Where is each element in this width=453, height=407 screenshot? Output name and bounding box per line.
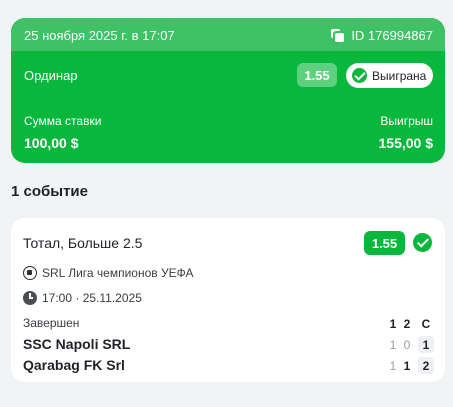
score-col-total: С [421, 317, 431, 331]
stake-label: Сумма ставки [24, 114, 102, 128]
team-away: Qarabag FK Srl [23, 357, 125, 373]
score-away-1: 1 [389, 359, 397, 373]
status-text: Выиграна [372, 68, 427, 83]
event-datetime: 17:00 · 25.11.2025 [42, 291, 142, 305]
bet-header: 25 ноября 2025 г. в 17:07 ID 176994867 [11, 18, 445, 51]
market-title: Тотал, Больше 2.5 [23, 235, 143, 251]
event-check-icon [413, 233, 432, 252]
win-value: 155,00 $ [378, 135, 434, 151]
events-count: 1 событие [11, 183, 88, 200]
bet-card: 25 ноября 2025 г. в 17:07 ID 176994867 О… [11, 18, 445, 163]
match-status: Завершен [23, 316, 80, 330]
status-badge: Выиграна [346, 63, 433, 88]
bet-type: Ординар [24, 68, 78, 83]
score-col-1: 1 [389, 317, 397, 331]
event-card[interactable]: Тотал, Больше 2.5 1.55 SRL Лига чемпионо… [11, 218, 445, 382]
score-home-2: 0 [403, 338, 411, 352]
score-away-2: 1 [403, 359, 411, 373]
total-odds-badge: 1.55 [297, 63, 337, 87]
copy-icon[interactable] [331, 29, 345, 42]
datetime-row: 17:00 · 25.11.2025 [23, 291, 142, 305]
score-home-1: 1 [389, 338, 397, 352]
event-odds-badge: 1.55 [364, 231, 405, 255]
score-col-2: 2 [403, 317, 411, 331]
league-name: SRL Лига чемпионов УЕФА [42, 266, 194, 280]
league-row: SRL Лига чемпионов УЕФА [23, 266, 193, 280]
bet-id-text: ID 176994867 [351, 28, 433, 43]
bet-id[interactable]: ID 176994867 [331, 28, 433, 43]
team-home: SSC Napoli SRL [23, 336, 131, 352]
bet-date: 25 ноября 2025 г. в 17:07 [24, 28, 175, 43]
soccer-ball-icon [23, 266, 37, 280]
check-icon [352, 68, 367, 83]
win-label: Выигрыш [380, 114, 433, 128]
score-home-total: 1 [418, 336, 434, 353]
clock-icon [23, 291, 37, 305]
stake-value: 100,00 $ [24, 135, 79, 151]
score-away-total: 2 [418, 357, 434, 374]
